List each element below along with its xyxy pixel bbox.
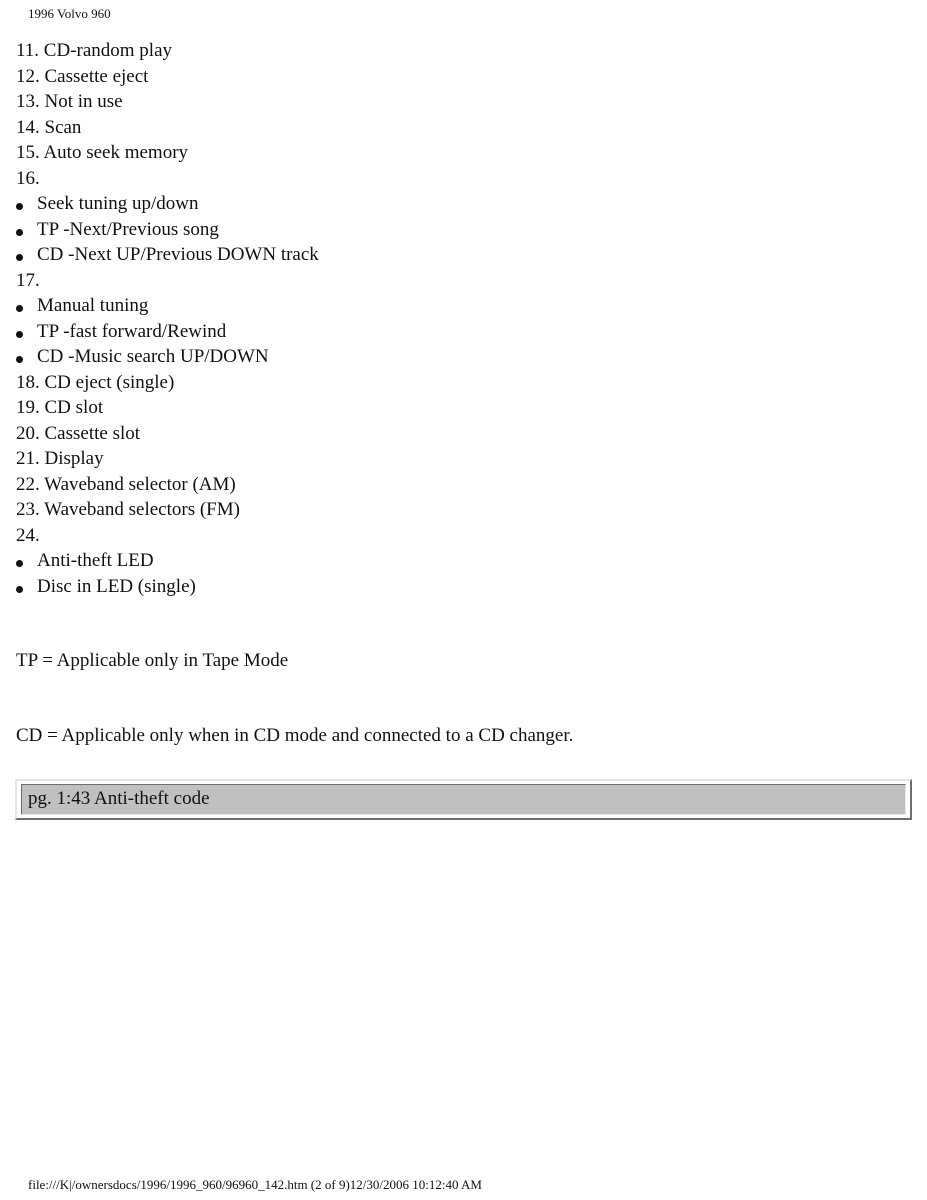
bullet-icon [16, 203, 23, 210]
cd-note: CD = Applicable only when in CD mode and… [16, 725, 574, 746]
bullet-item: Seek tuning up/down [16, 191, 911, 217]
document-header: 1996 Volvo 960 [28, 6, 111, 21]
bullet-item: Disc in LED (single) [16, 574, 911, 600]
list-item: 23. Waveband selectors (FM) [16, 499, 240, 520]
bullet-item: Anti-theft LED [16, 548, 911, 574]
bullet-icon [16, 356, 23, 363]
bullet-icon [16, 560, 23, 567]
list-item: 22. Waveband selector (AM) [16, 473, 236, 495]
bullet-item: Manual tuning [16, 293, 911, 319]
bullet-icon [16, 330, 23, 338]
list-item: 21. Display [16, 448, 104, 469]
page-link-anti-theft-code[interactable]: pg. 1:43 Anti-theft code [21, 784, 906, 815]
list-item: 20. Cassette slot [16, 422, 141, 444]
list-item: 11. CD-random play [16, 40, 173, 61]
list-item: 14. Scan [16, 116, 82, 138]
bullet-icon [16, 228, 23, 236]
bullet-item: CD -Next UP/Previous DOWN track [16, 242, 911, 268]
bullet-icon [16, 305, 23, 312]
list-item: 19. CD slot [16, 397, 104, 418]
bullet-icon [16, 254, 23, 261]
page-link-box: pg. 1:43 Anti-theft code [15, 779, 912, 820]
tp-note: TP = Applicable only in Tape Mode [16, 650, 289, 671]
list-item: 18. CD eject (single) [16, 371, 175, 393]
list-item: 24. [16, 524, 40, 546]
file-path-footer: file:///K|/ownersdocs/1996/1996_960/9696… [28, 1177, 482, 1192]
bullet-item: TP -Next/Previous song [16, 217, 911, 243]
bullet-item: CD -Music search UP/DOWN [16, 344, 911, 370]
list-item: 16. [16, 167, 40, 189]
list-item: 15. Auto seek memory [16, 142, 189, 163]
list-item: 13. Not in use [16, 91, 123, 112]
bullet-item: TP -fast forward/Rewind [16, 319, 911, 345]
list-item: 12. Cassette eject [16, 65, 149, 87]
bullet-icon [16, 585, 23, 593]
control-list: 11. CD-random play 12. Cassette eject 13… [16, 38, 911, 599]
list-item: 17. [16, 269, 40, 291]
